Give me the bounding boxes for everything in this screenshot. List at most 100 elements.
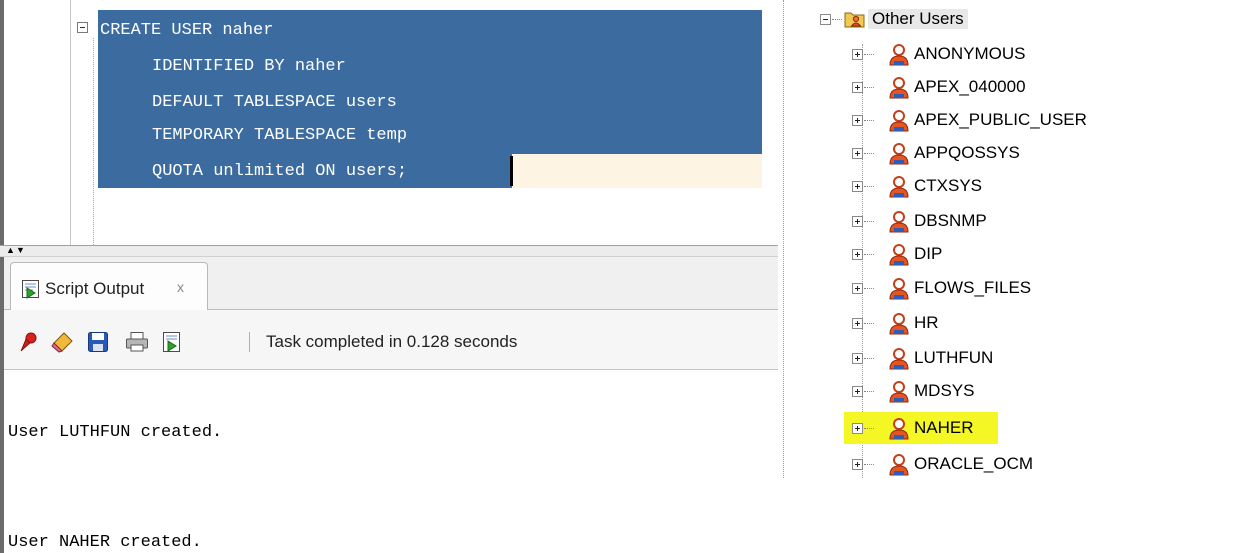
tree-connector — [864, 186, 874, 187]
close-tab-icon[interactable]: x — [177, 279, 184, 295]
run-script-icon[interactable] — [161, 331, 183, 358]
expand-node-icon[interactable] — [852, 423, 863, 434]
connections-tree: Other Users ANONYMOUS APEX_040000 APEX_P… — [778, 0, 1233, 478]
task-status-text: Task completed in 0.128 seconds — [266, 332, 518, 351]
output-line: User LUTHFUN created. — [8, 423, 223, 442]
script-output-panel: Script Output x Task completed in 0.128 … — [0, 257, 778, 553]
tree-node-label: LUTHFUN — [914, 348, 994, 367]
code-line[interactable]: CREATE USER naher — [100, 14, 273, 48]
tree-node-user[interactable]: FLOWS_FILES — [778, 274, 1233, 306]
tree-node-user[interactable]: APEX_PUBLIC_USER — [778, 106, 1233, 138]
user-icon — [888, 76, 910, 105]
tree-connector — [864, 358, 874, 359]
user-icon — [888, 380, 910, 409]
code-line[interactable]: QUOTA unlimited ON users; — [152, 155, 407, 189]
sql-worksheet-editor[interactable]: CREATE USER naher IDENTIFIED BY naher DE… — [0, 0, 778, 245]
tree-connector — [864, 391, 874, 392]
tree-node-user[interactable]: DIP — [778, 240, 1233, 272]
tree-connector — [864, 87, 874, 88]
collapse-up-icon[interactable]: ▲ — [6, 245, 15, 255]
expand-node-icon[interactable] — [852, 82, 863, 93]
tree-node-user[interactable]: LUTHFUN — [778, 344, 1233, 376]
tree-node-label: MDSYS — [914, 381, 975, 400]
text-caret — [510, 156, 513, 186]
eraser-icon[interactable] — [50, 331, 74, 358]
code-line[interactable]: DEFAULT TABLESPACE users — [152, 86, 397, 120]
collapse-node-icon[interactable] — [820, 14, 831, 25]
tree-connector — [864, 288, 874, 289]
expand-node-icon[interactable] — [852, 459, 863, 470]
expand-node-icon[interactable] — [852, 283, 863, 294]
user-icon — [888, 142, 910, 171]
tree-connector — [832, 19, 842, 20]
output-line: User NAHER created. — [8, 533, 202, 552]
tree-node-user[interactable]: ORACLE_OCM — [778, 450, 1233, 482]
tree-node-user[interactable]: APEX_040000 — [778, 73, 1233, 105]
tree-node-user[interactable]: NAHER — [778, 412, 1233, 446]
expand-node-icon[interactable] — [852, 148, 863, 159]
expand-node-icon[interactable] — [852, 115, 863, 126]
tree-connector — [864, 54, 874, 55]
pin-icon[interactable] — [16, 331, 40, 358]
tree-node-user[interactable]: HR — [778, 309, 1233, 341]
tree-node-user[interactable]: ANONYMOUS — [778, 40, 1233, 72]
tree-node-label: APEX_PUBLIC_USER — [914, 110, 1087, 129]
save-icon[interactable] — [87, 331, 109, 358]
tree-node-other-users[interactable]: Other Users — [778, 5, 1233, 37]
user-icon — [888, 109, 910, 138]
tree-node-user[interactable]: APPQOSSYS — [778, 139, 1233, 171]
user-icon — [888, 243, 910, 272]
expand-node-icon[interactable] — [852, 318, 863, 329]
tree-connector — [864, 323, 874, 324]
expand-node-icon[interactable] — [852, 216, 863, 227]
user-icon — [888, 453, 910, 482]
panel-splitter[interactable]: ▲ ▼ — [0, 245, 778, 257]
tree-node-label: APEX_040000 — [914, 77, 1026, 96]
tree-node-label: NAHER — [914, 418, 974, 437]
tab-bar: Script Output x — [4, 257, 778, 310]
tree-node-label: DBSNMP — [914, 211, 987, 230]
user-icon — [888, 277, 910, 306]
user-icon — [888, 43, 910, 72]
tree-node-label: DIP — [914, 244, 943, 263]
fold-guide-line — [93, 38, 94, 245]
users-folder-icon — [844, 9, 866, 34]
expand-down-icon[interactable]: ▼ — [16, 245, 25, 255]
tree-connector — [864, 254, 874, 255]
expand-node-icon[interactable] — [852, 353, 863, 364]
current-line-highlight — [512, 154, 762, 188]
user-icon — [888, 417, 910, 446]
editor-left-border — [0, 0, 4, 245]
expand-node-icon[interactable] — [852, 386, 863, 397]
tree-connector — [864, 221, 874, 222]
tab-script-output-label: Script Output — [45, 279, 145, 298]
tab-script-output[interactable]: Script Output x — [10, 262, 208, 310]
toolbar-separator — [249, 332, 250, 352]
output-toolbar: Task completed in 0.128 seconds — [4, 310, 778, 370]
expand-node-icon[interactable] — [852, 249, 863, 260]
tree-connector — [864, 153, 874, 154]
user-icon — [888, 210, 910, 239]
user-icon — [888, 312, 910, 341]
print-icon[interactable] — [125, 331, 149, 358]
user-icon — [888, 175, 910, 204]
tree-connector — [864, 464, 874, 465]
collapse-fold-icon[interactable] — [77, 22, 88, 33]
user-icon — [888, 347, 910, 376]
tree-connector — [864, 428, 874, 429]
code-line[interactable]: IDENTIFIED BY naher — [152, 50, 346, 84]
tree-node-user[interactable]: DBSNMP — [778, 207, 1233, 239]
editor-gutter-line — [70, 0, 71, 245]
tree-node-label: HR — [914, 313, 939, 332]
tree-node-user[interactable]: CTXSYS — [778, 172, 1233, 204]
expand-node-icon[interactable] — [852, 181, 863, 192]
script-output-icon — [21, 279, 41, 304]
tree-node-label: ANONYMOUS — [914, 44, 1026, 63]
tree-node-user[interactable]: MDSYS — [778, 377, 1233, 409]
tree-connector — [864, 120, 874, 121]
code-line[interactable]: TEMPORARY TABLESPACE temp — [152, 119, 407, 153]
expand-node-icon[interactable] — [852, 49, 863, 60]
tree-node-label: APPQOSSYS — [914, 143, 1020, 162]
script-output-text-area[interactable]: User LUTHFUN created. User NAHER created… — [4, 370, 778, 553]
tree-node-label: ORACLE_OCM — [914, 454, 1034, 473]
